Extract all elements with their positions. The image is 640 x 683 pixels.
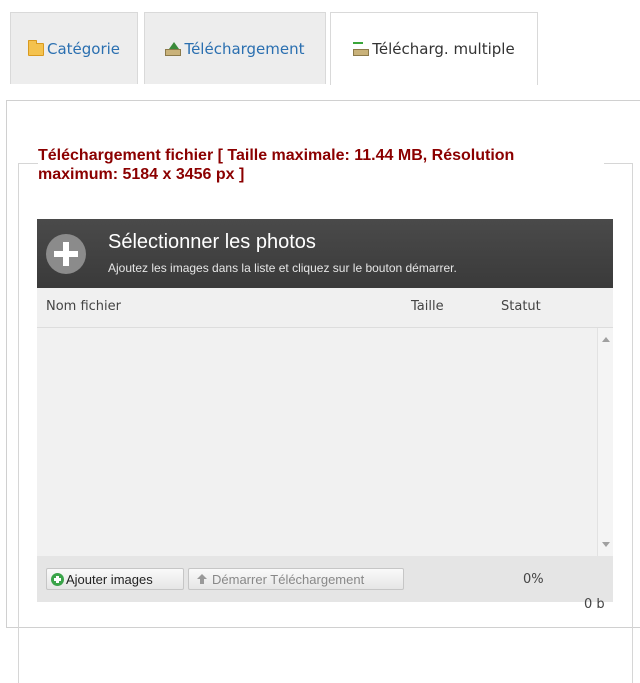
add-images-button[interactable]: Ajouter images: [46, 568, 184, 590]
upload-total-size: 0 b: [584, 597, 605, 612]
scroll-down-arrow-icon[interactable]: [602, 542, 610, 547]
tab-bar: Catégorie Téléchargement Télécharg. mult…: [0, 0, 640, 85]
upload-percent: 0%: [523, 572, 544, 587]
add-icon: [51, 572, 64, 586]
file-list-header: Nom fichier Taille Statut: [37, 288, 613, 328]
multi-uploader: Sélectionner les photos Ajoutez les imag…: [37, 219, 613, 602]
tab-label: Téléchargement: [184, 39, 305, 58]
tab-categorie[interactable]: Catégorie: [10, 12, 138, 84]
column-size: Taille: [411, 299, 444, 314]
fieldset-legend: Téléchargement fichier [ Taille maximale…: [38, 146, 604, 184]
plus-icon[interactable]: [46, 234, 86, 274]
column-filename: Nom fichier: [46, 299, 122, 314]
file-list-scrollbar[interactable]: [597, 328, 613, 556]
tab-telechargement[interactable]: Téléchargement: [144, 12, 326, 84]
uploader-subtitle: Ajoutez les images dans la liste et cliq…: [108, 261, 457, 275]
add-images-label: Ajouter images: [66, 571, 153, 587]
multi-upload-icon: [353, 42, 370, 56]
uploader-title[interactable]: Sélectionner les photos: [108, 231, 316, 254]
uploader-footer: Ajouter images Démarrer Téléchargement 0…: [37, 556, 613, 602]
folder-icon: [27, 40, 44, 56]
upload-icon: [165, 41, 182, 56]
column-status: Statut: [501, 299, 541, 314]
uploader-header[interactable]: Sélectionner les photos Ajoutez les imag…: [37, 219, 613, 288]
file-list[interactable]: [37, 328, 613, 556]
start-upload-button[interactable]: Démarrer Téléchargement: [188, 568, 404, 590]
upload-arrow-icon: [197, 574, 207, 584]
tab-label: Télécharg. multiple: [372, 40, 515, 58]
start-upload-label: Démarrer Téléchargement: [212, 571, 365, 587]
tab-telechargement-multiple[interactable]: Télécharg. multiple: [330, 12, 538, 85]
scroll-up-arrow-icon[interactable]: [602, 337, 610, 342]
tab-label: Catégorie: [46, 39, 121, 58]
